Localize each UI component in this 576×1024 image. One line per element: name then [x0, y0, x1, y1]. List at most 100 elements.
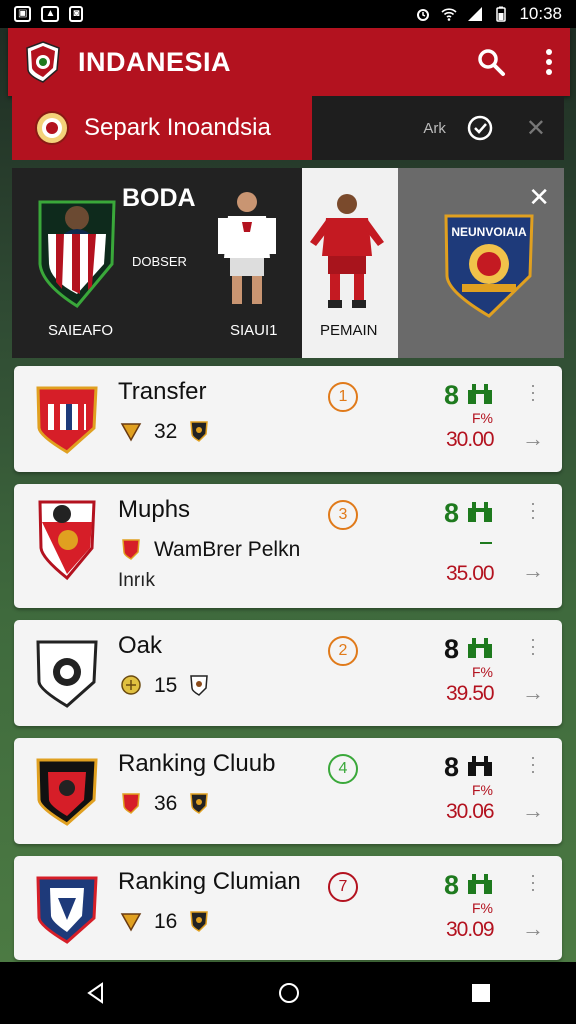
club-emblem-icon: [122, 793, 140, 814]
club-price: 35.00: [446, 562, 495, 585]
list-item[interactable]: Ranking Cluub 36 4 8 F% 30.06 · · · →: [14, 738, 562, 844]
medal-icon: [190, 421, 208, 442]
arrow-right-icon[interactable]: →: [522, 426, 544, 452]
alarm-icon: [417, 9, 430, 21]
sub-header-tab[interactable]: Separk Inoandsia: [12, 96, 312, 160]
medal-icon: [190, 675, 208, 696]
more-vert-icon[interactable]: · · ·: [528, 630, 538, 662]
club-name: Oak: [118, 632, 163, 659]
trophy-icon: [120, 423, 142, 442]
stadium-icon: [468, 756, 492, 776]
player-two-image: [218, 192, 276, 312]
club-logo-icon[interactable]: [24, 40, 62, 84]
featured-label-right: PEMAIN: [320, 322, 378, 339]
recents-icon[interactable]: [470, 982, 492, 1004]
status-time: 10:38: [519, 4, 562, 23]
arrow-right-icon[interactable]: →: [522, 798, 544, 824]
home-icon[interactable]: [277, 981, 301, 1005]
club-crest-icon: [36, 876, 98, 944]
club-price: 39.50: [446, 682, 495, 705]
list-item[interactable]: Oak 15 2 8 F% 39.50 · · · →: [14, 620, 562, 726]
featured-label-left: SAIEAFO: [48, 322, 114, 339]
club-price: 30.06: [446, 800, 495, 823]
club-stat: 36: [154, 792, 178, 815]
team-crest-text: NEUNVOIAIA: [451, 225, 527, 239]
club-score: 8: [444, 752, 460, 782]
more-vert-icon[interactable]: · · ·: [528, 748, 538, 780]
rank-badge: 7: [328, 872, 358, 902]
arrow-right-icon[interactable]: →: [522, 558, 544, 584]
list-item[interactable]: Transfer 32 1 8 F% 30.00 · · · →: [14, 366, 562, 472]
screenshot-icon: ◙: [69, 6, 84, 22]
featured-label-mid: SIAUI1: [230, 322, 278, 339]
club-score: 8: [444, 634, 460, 664]
sub-header: Separk Inoandsia Ark ✕: [12, 96, 564, 160]
system-nav-bar: [0, 962, 576, 1024]
featured-title: BODA: [122, 184, 196, 212]
shield-check-icon[interactable]: [466, 114, 494, 142]
medal-icon: [190, 911, 208, 932]
divider: [480, 542, 492, 544]
status-bar: ▣ ▲ ◙ 10:38: [0, 0, 576, 28]
club-stat: 16: [154, 910, 178, 933]
sub-header-right: Ark ✕: [423, 114, 564, 143]
club-name: Muphs: [118, 496, 191, 523]
club-score: 8: [444, 870, 460, 900]
club-crest-icon: [36, 640, 98, 708]
arrow-right-icon[interactable]: →: [522, 680, 544, 706]
player-three-image: [310, 194, 384, 308]
back-icon[interactable]: [84, 981, 108, 1005]
club-stat: 15: [154, 674, 178, 697]
club-subtitle: WamBrer Pelkn: [154, 538, 301, 561]
ball-icon: [121, 675, 141, 695]
rank-badge: 3: [328, 500, 358, 530]
club-crest-icon: [36, 386, 98, 454]
sub-header-right-text: Ark: [423, 119, 446, 137]
club-price: 30.00: [446, 428, 495, 451]
list-item[interactable]: Muphs WamBrer Pelkn Inrık 3 8 35.00 · · · …: [14, 484, 562, 608]
club-name: Ranking Cluub: [118, 750, 276, 777]
federation-badge-icon: [35, 111, 69, 145]
club-score: 8: [444, 380, 460, 410]
status-left-icons: ▣ ▲ ◙: [14, 6, 84, 22]
battery-icon: [496, 6, 507, 22]
trophy-icon: [120, 913, 142, 932]
rank-badge: 2: [328, 636, 358, 666]
more-vert-icon[interactable]: [544, 48, 554, 76]
image-icon: ▲: [41, 6, 60, 22]
arrow-right-icon[interactable]: →: [522, 916, 544, 942]
club-extra: Inrık: [118, 570, 155, 591]
list-item[interactable]: Ranking Clumian 16 7 8 F% 30.09 · · · →: [14, 856, 562, 960]
team-crest-icon: NEUNVOIAIA: [444, 214, 534, 318]
search-icon[interactable]: [476, 47, 506, 77]
more-vert-icon[interactable]: · · ·: [528, 376, 538, 408]
more-vert-icon[interactable]: · · ·: [528, 494, 538, 526]
medal-icon: [190, 793, 208, 814]
featured-subtitle: DOBSER: [132, 254, 187, 269]
club-percent: F%: [472, 900, 493, 916]
stadium-icon: [468, 874, 492, 894]
close-icon[interactable]: ✕: [526, 114, 546, 143]
close-featured-icon[interactable]: ✕: [528, 182, 550, 213]
status-right-icons: 10:38: [415, 4, 562, 24]
stadium-icon: [468, 502, 492, 522]
stadium-icon: [468, 638, 492, 658]
club-score: 8: [444, 498, 460, 528]
app-title: INDANESIA: [78, 46, 232, 77]
club-percent: F%: [472, 410, 493, 426]
more-vert-icon[interactable]: · · ·: [528, 866, 538, 898]
stadium-icon: [468, 384, 492, 404]
club-stat: 32: [154, 420, 178, 443]
app-bar: INDANESIA: [8, 28, 570, 96]
rank-badge: 4: [328, 754, 358, 784]
club-percent: F%: [472, 782, 493, 798]
featured-banner[interactable]: BODA DOBSER SAIEAFO SIAUI1 PEMAIN NEUNVO…: [12, 168, 564, 358]
club-name: Transfer: [118, 378, 207, 405]
wifi-icon: [441, 8, 458, 21]
signal-icon: [468, 7, 483, 21]
club-percent: F%: [472, 664, 493, 680]
club-crest-icon: [36, 758, 98, 826]
club-crest-icon: [38, 500, 96, 581]
app-bar-actions: [476, 47, 554, 77]
player-one-image: [38, 200, 116, 308]
